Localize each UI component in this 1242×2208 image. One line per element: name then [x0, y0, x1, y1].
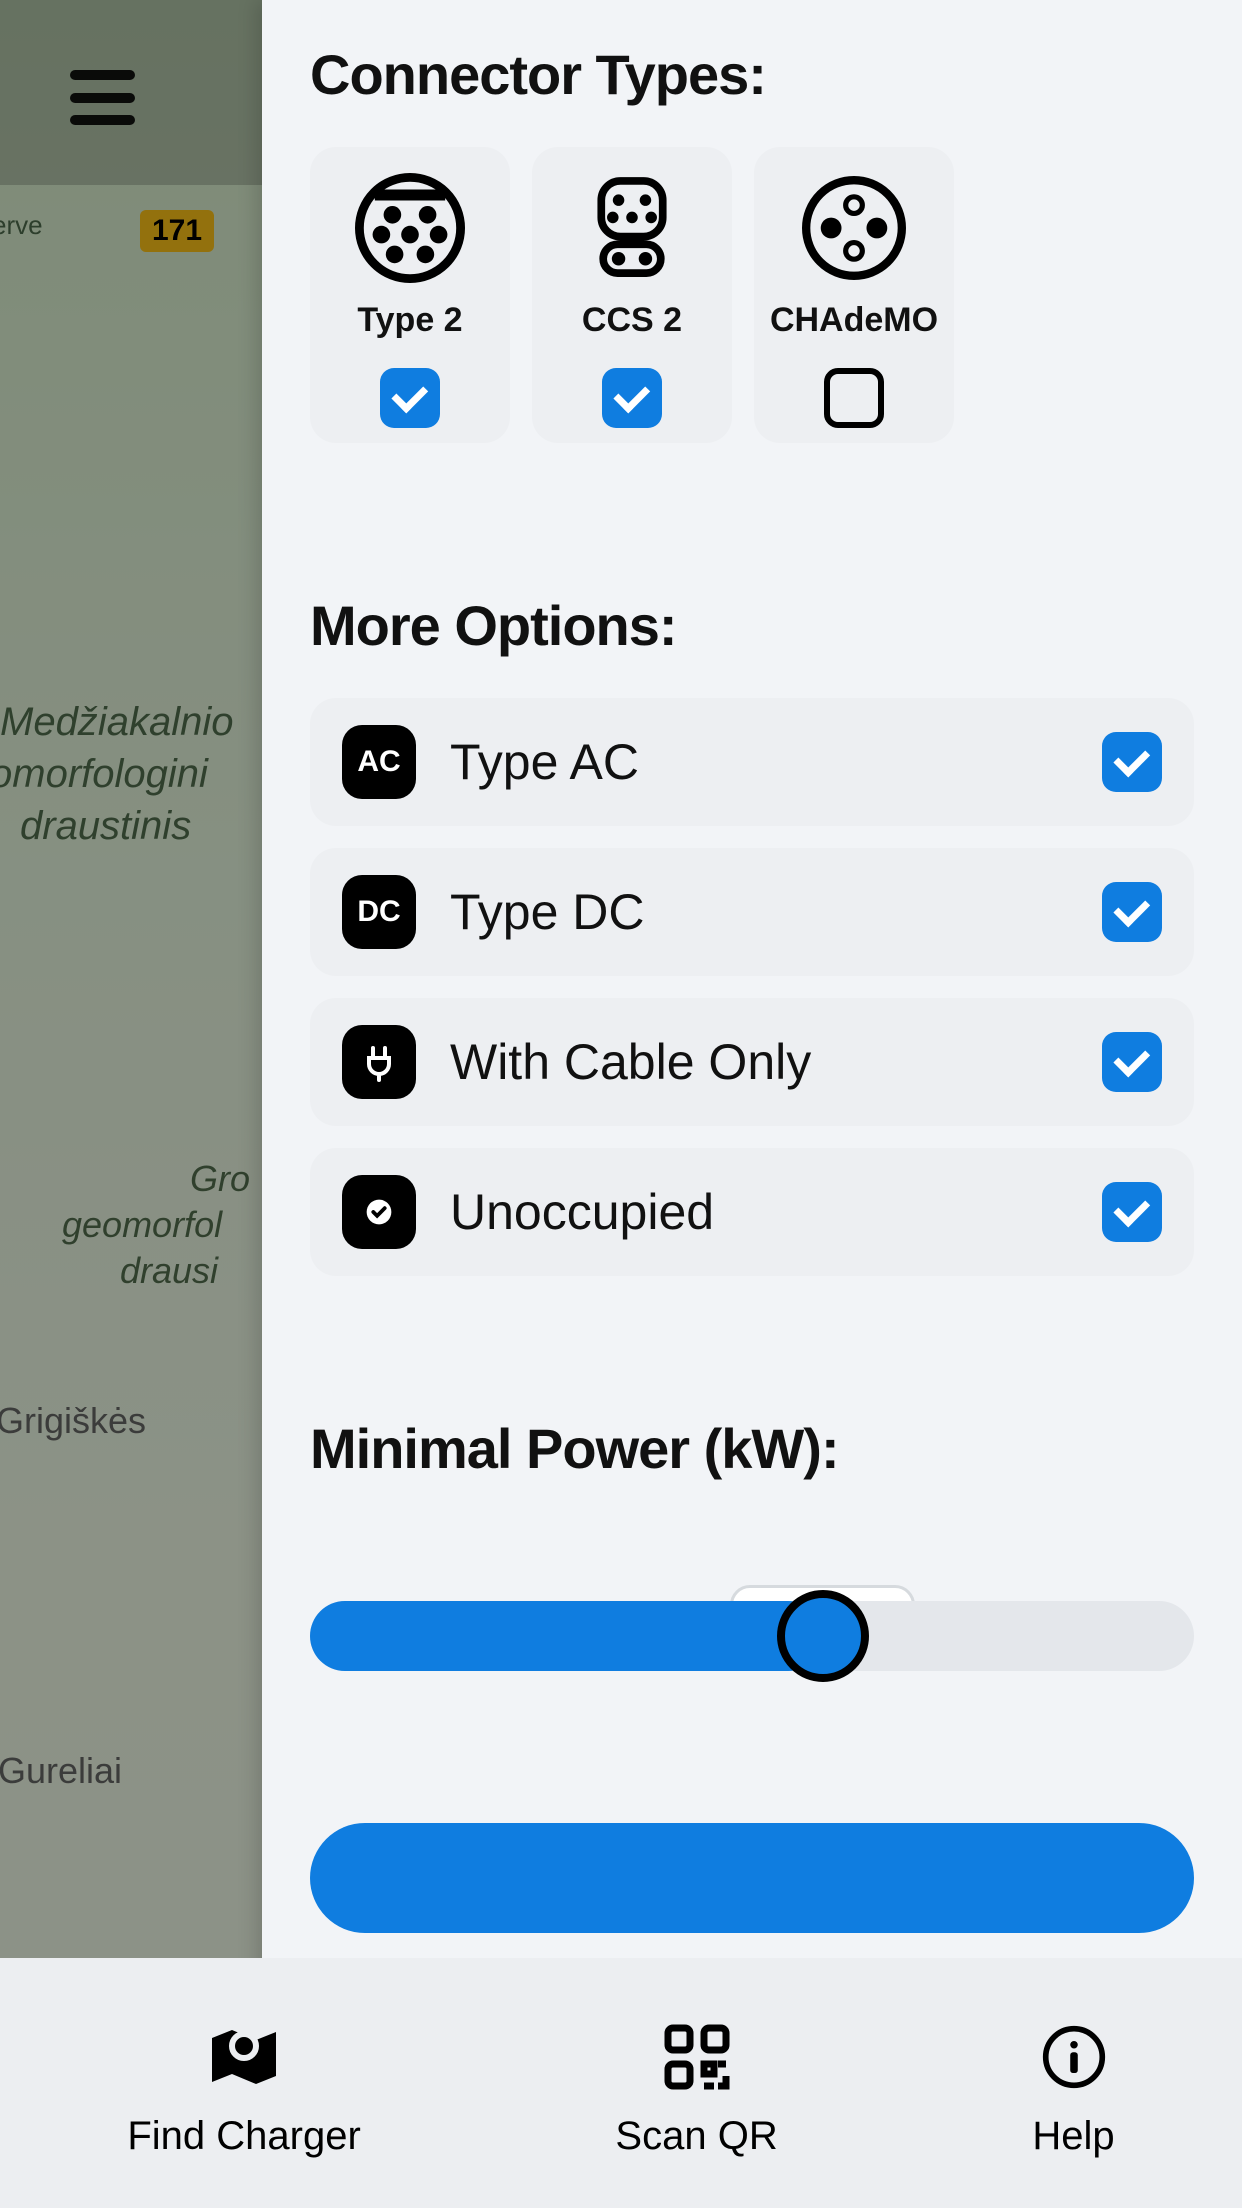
filters-panel: Connector Types: Type 2 CCS 2 CHAdeMO Mo… [262, 0, 1242, 2208]
map-place-label: Grigiškės [0, 1400, 146, 1442]
info-icon [1034, 2022, 1114, 2092]
plug-icon [342, 1025, 416, 1099]
option-label: Type DC [450, 883, 1068, 941]
option-label: With Cable Only [450, 1033, 1068, 1091]
apply-button[interactable] [310, 1823, 1194, 1933]
road-badge: 171 [140, 210, 214, 252]
map-place-label: omorfologini [0, 752, 208, 797]
map-place-label: drausi [120, 1250, 218, 1292]
slider-fill [310, 1601, 823, 1671]
connector-type-2[interactable]: Type 2 [310, 147, 510, 443]
connector-label: Type 2 [357, 301, 462, 340]
option-with-cable[interactable]: With Cable Only [310, 998, 1194, 1126]
connector-chademo[interactable]: CHAdeMO [754, 147, 954, 443]
connector-checkbox[interactable] [824, 368, 884, 428]
bottom-tabbar: Find Charger Scan QR Help [0, 1958, 1242, 2208]
check-circle-icon [342, 1175, 416, 1249]
more-options-title: More Options: [310, 593, 1194, 658]
option-type-dc[interactable]: DC Type DC [310, 848, 1194, 976]
chademo-connector-icon [799, 173, 909, 283]
option-checkbox[interactable] [1102, 1182, 1162, 1242]
option-label: Unoccupied [450, 1183, 1068, 1241]
connector-types-title: Connector Types: [310, 42, 1194, 107]
dc-icon: DC [342, 875, 416, 949]
tab-label: Help [1032, 2114, 1114, 2159]
tab-label: Scan QR [615, 2114, 777, 2159]
tab-scan-qr[interactable]: Scan QR [615, 2022, 777, 2159]
qr-icon [657, 2022, 737, 2092]
tab-help[interactable]: Help [1032, 2022, 1114, 2159]
option-checkbox[interactable] [1102, 732, 1162, 792]
option-type-ac[interactable]: AC Type AC [310, 698, 1194, 826]
map-place-label: Medžiakalnio [0, 700, 233, 745]
connector-label: CHAdeMO [770, 301, 938, 340]
tab-label: Find Charger [127, 2114, 360, 2159]
option-unoccupied[interactable]: Unoccupied [310, 1148, 1194, 1276]
option-checkbox[interactable] [1102, 882, 1162, 942]
minimal-power-title: Minimal Power (kW): [310, 1416, 1194, 1481]
ccs2-connector-icon [577, 173, 687, 283]
connector-label: CCS 2 [582, 301, 682, 340]
option-label: Type AC [450, 733, 1068, 791]
menu-icon[interactable] [70, 70, 135, 125]
type2-connector-icon [355, 173, 465, 283]
connector-ccs2[interactable]: CCS 2 [532, 147, 732, 443]
connector-checkbox[interactable] [602, 368, 662, 428]
map-place-label: Gureliai [0, 1750, 122, 1792]
map-place-label: Gro [190, 1158, 250, 1200]
map-place-label: geomorfol [62, 1204, 222, 1246]
map-pin-icon [204, 2022, 284, 2092]
tab-find-charger[interactable]: Find Charger [127, 2022, 360, 2159]
option-checkbox[interactable] [1102, 1032, 1162, 1092]
map-place-label: draustinis [20, 804, 191, 849]
slider-thumb[interactable] [777, 1590, 869, 1682]
ac-icon: AC [342, 725, 416, 799]
power-slider[interactable] [310, 1599, 1194, 1673]
connector-checkbox[interactable] [380, 368, 440, 428]
